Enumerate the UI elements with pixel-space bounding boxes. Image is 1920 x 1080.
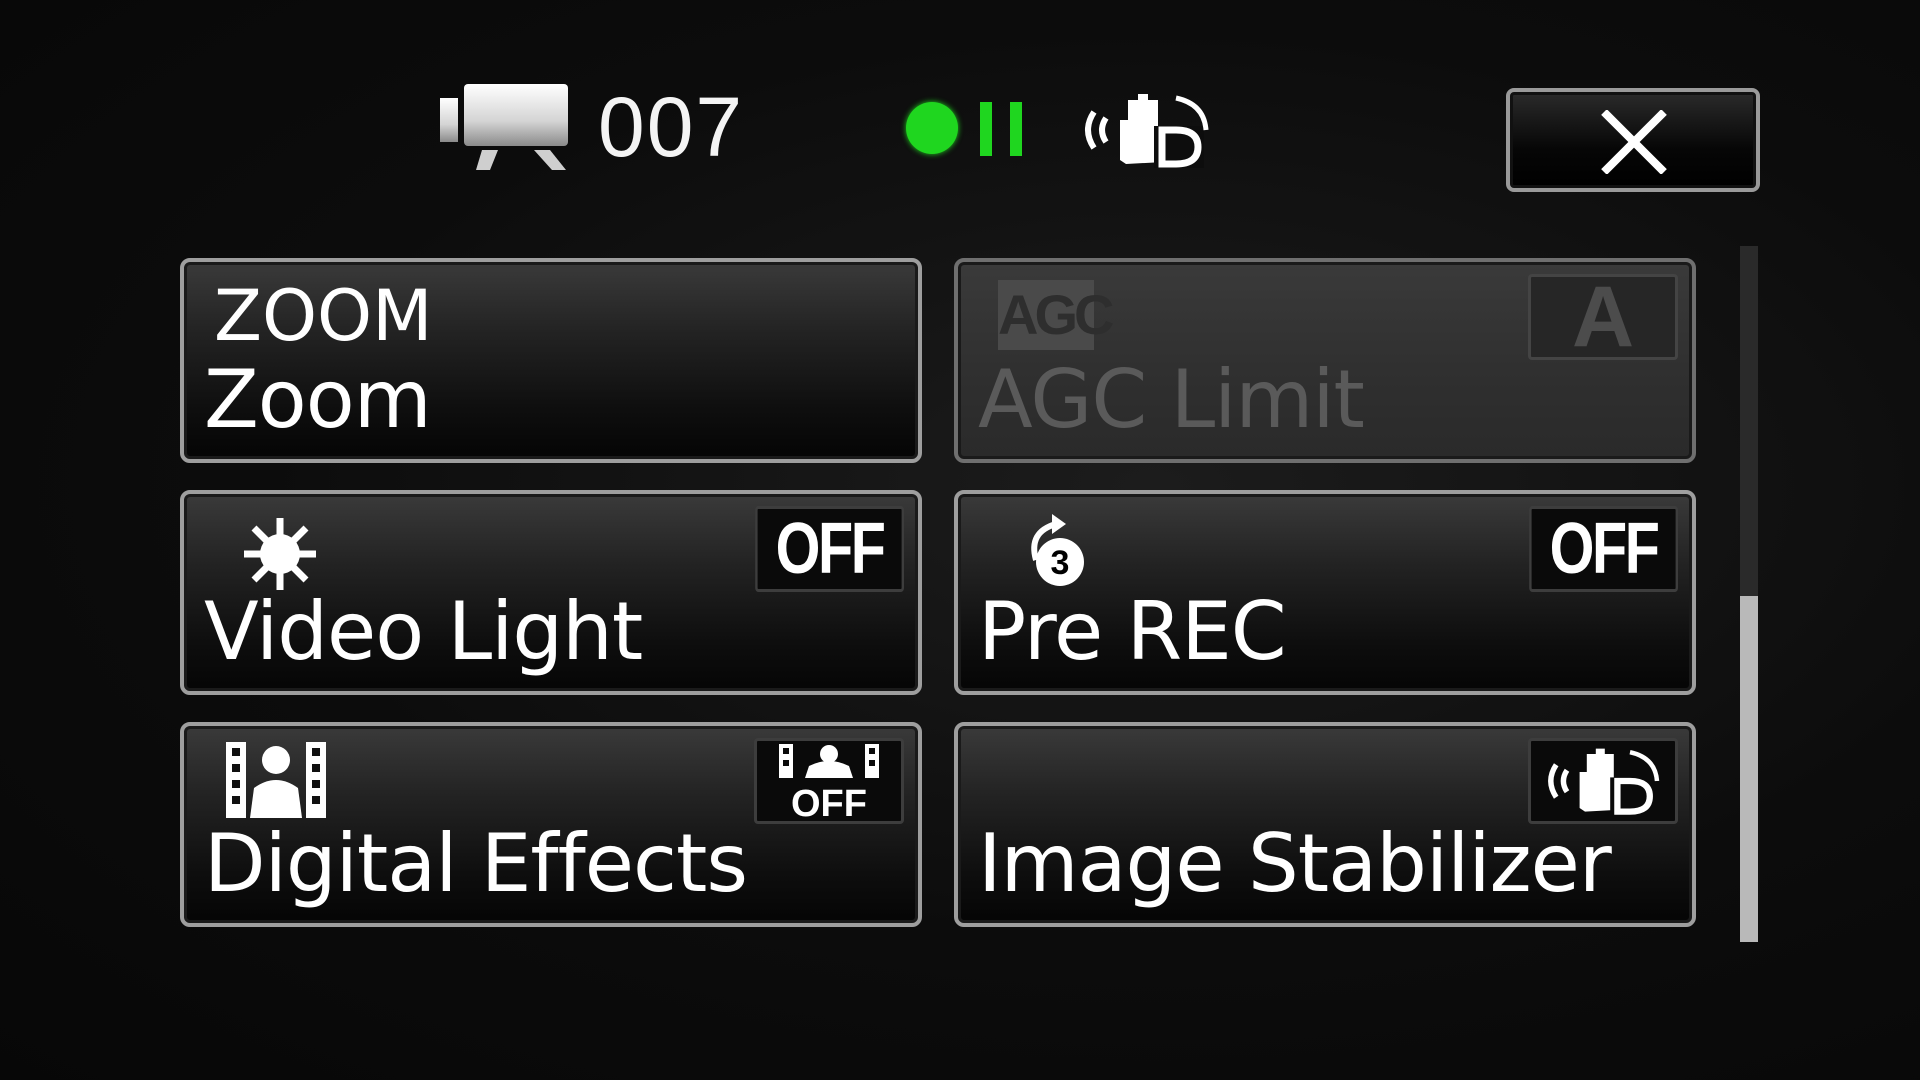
- pause-icon: [980, 102, 1026, 156]
- svg-text:OFF: OFF: [791, 783, 867, 818]
- zoom-button[interactable]: ZOOM Zoom: [180, 258, 922, 463]
- digital-effects-button[interactable]: OFF Digital Effects: [180, 722, 922, 927]
- record-dot-icon: [906, 102, 958, 154]
- video-light-label: Video Light: [204, 585, 643, 678]
- agc-limit-label: AGC Limit: [978, 353, 1365, 446]
- close-button[interactable]: [1506, 88, 1760, 192]
- image-stabilizer-value-badge: [1528, 738, 1678, 824]
- pre-rec-label: Pre REC: [978, 585, 1287, 678]
- pre-rec-icon: 3: [1031, 514, 1084, 586]
- pre-rec-value: OFF: [1529, 506, 1678, 592]
- recording-counter: 007: [598, 80, 745, 174]
- digital-effects-off-icon: OFF: [754, 738, 904, 824]
- close-icon: [1601, 110, 1667, 174]
- digital-effects-icon: [226, 742, 326, 818]
- status-bar: 007: [440, 80, 1240, 174]
- zoom-icon: ZOOM: [214, 275, 433, 357]
- image-stabilizer-label: Image Stabilizer: [978, 817, 1612, 910]
- pre-rec-button[interactable]: 3 OFF Pre REC: [954, 490, 1696, 695]
- svg-text:3: 3: [1051, 544, 1070, 582]
- image-stabilizer-button[interactable]: Image Stabilizer: [954, 722, 1696, 927]
- agc-limit-value: A: [1528, 269, 1678, 365]
- dynamic-image-stabilizer-icon: [1085, 94, 1209, 168]
- scrollbar-thumb[interactable]: [1740, 596, 1758, 942]
- video-light-button[interactable]: OFF Video Light: [180, 490, 922, 695]
- video-light-icon: [244, 518, 316, 590]
- agc-limit-button: AGC A AGC Limit: [954, 258, 1696, 463]
- agc-icon: AGC: [998, 280, 1114, 350]
- digital-effects-label: Digital Effects: [204, 817, 748, 910]
- video-light-value: OFF: [755, 506, 904, 592]
- zoom-label: Zoom: [204, 353, 432, 446]
- dynamic-image-stabilizer-icon: [1548, 748, 1660, 816]
- movie-camera-icon: [440, 84, 568, 170]
